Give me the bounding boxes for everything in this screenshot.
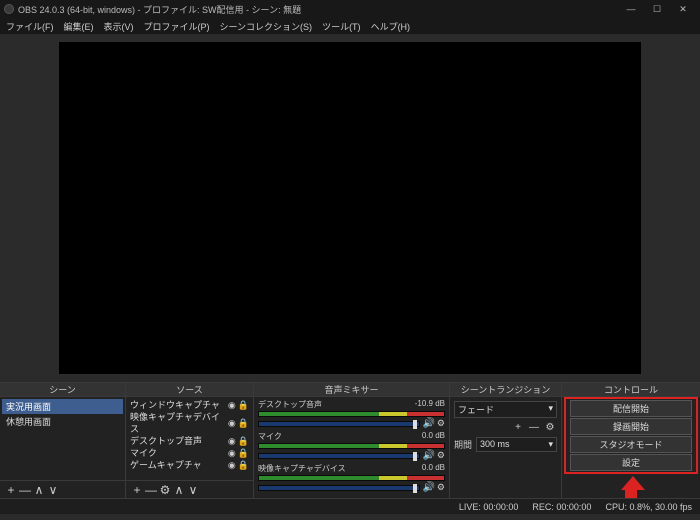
mixer-channel: 映像キャプチャデバイス 0.0 dB 🔊⚙ bbox=[256, 463, 447, 493]
source-item[interactable]: 映像キャプチャデバイス◉🔒 bbox=[128, 411, 251, 435]
volume-slider[interactable] bbox=[258, 421, 420, 427]
maximize-button[interactable]: ☐ bbox=[644, 4, 670, 15]
scene-up-button[interactable]: ∧ bbox=[32, 483, 46, 497]
mixer-channel-db: 0.0 dB bbox=[422, 431, 445, 442]
mixer-panel: 音声ミキサー デスクトップ音声-10.9 dB 🔊⚙ マイク0.0 dB 🔊⚙ … bbox=[254, 383, 450, 498]
gear-icon[interactable]: ⚙ bbox=[437, 418, 445, 429]
close-button[interactable]: ✕ bbox=[670, 4, 696, 15]
studio-mode-button[interactable]: スタジオモード bbox=[570, 436, 692, 453]
transition-add-button[interactable]: + bbox=[511, 422, 525, 433]
level-meter bbox=[258, 443, 445, 449]
menu-help[interactable]: ヘルプ(H) bbox=[371, 20, 411, 33]
scenes-header: シーン bbox=[0, 383, 125, 397]
volume-slider[interactable] bbox=[258, 485, 420, 491]
scene-item[interactable]: 休憩用画面 bbox=[2, 414, 123, 429]
status-live: LIVE: 00:00:00 bbox=[459, 502, 519, 512]
controls-panel: コントロール 配信開始 録画開始 スタジオモード 設定 bbox=[562, 383, 700, 498]
visibility-icon[interactable]: ◉ bbox=[228, 459, 236, 471]
sources-panel: ソース ウィンドウキャプチャ◉🔒 映像キャプチャデバイス◉🔒 デスクトップ音声◉… bbox=[126, 383, 254, 498]
menu-profile[interactable]: プロファイル(P) bbox=[144, 20, 210, 33]
mixer-channel-name: 映像キャプチャデバイス bbox=[258, 463, 346, 474]
titlebar: OBS 24.0.3 (64-bit, windows) - プロファイル: S… bbox=[0, 0, 700, 18]
start-streaming-button[interactable]: 配信開始 bbox=[570, 400, 692, 417]
volume-slider[interactable] bbox=[258, 453, 420, 459]
visibility-icon[interactable]: ◉ bbox=[228, 417, 236, 429]
source-add-button[interactable]: + bbox=[130, 483, 144, 497]
status-rec: REC: 00:00:00 bbox=[532, 502, 591, 512]
speaker-icon[interactable]: 🔊 bbox=[422, 418, 434, 429]
mixer-channel: マイク 0.0 dB 🔊⚙ bbox=[256, 431, 447, 461]
window-title: OBS 24.0.3 (64-bit, windows) - プロファイル: S… bbox=[18, 3, 301, 16]
scenes-panel: シーン 実況用画面 休憩用画面 + — ∧ ∨ bbox=[0, 383, 126, 498]
source-down-button[interactable]: ∨ bbox=[186, 483, 200, 497]
speaker-icon[interactable]: 🔊 bbox=[422, 482, 434, 493]
duration-input[interactable]: 300 ms▾ bbox=[476, 437, 557, 452]
app-icon bbox=[4, 4, 14, 14]
visibility-icon[interactable]: ◉ bbox=[228, 447, 236, 459]
scene-add-button[interactable]: + bbox=[4, 483, 18, 497]
preview-canvas[interactable] bbox=[60, 43, 640, 373]
lock-icon[interactable]: 🔒 bbox=[238, 435, 249, 447]
menu-view[interactable]: 表示(V) bbox=[104, 20, 134, 33]
source-remove-button[interactable]: — bbox=[144, 483, 158, 497]
mixer-header: 音声ミキサー bbox=[254, 383, 449, 397]
level-meter bbox=[258, 411, 445, 417]
menu-edit[interactable]: 編集(E) bbox=[64, 20, 94, 33]
preview-area bbox=[0, 34, 700, 382]
scene-remove-button[interactable]: — bbox=[18, 483, 32, 497]
source-item[interactable]: ゲームキャプチャ◉🔒 bbox=[128, 459, 251, 471]
visibility-icon[interactable]: ◉ bbox=[228, 399, 236, 411]
source-item[interactable]: ウィンドウキャプチャ◉🔒 bbox=[128, 399, 251, 411]
highlight-annotation: 配信開始 録画開始 スタジオモード 設定 bbox=[564, 397, 698, 474]
scene-down-button[interactable]: ∨ bbox=[46, 483, 60, 497]
transition-remove-button[interactable]: — bbox=[527, 422, 541, 433]
menubar: ファイル(F) 編集(E) 表示(V) プロファイル(P) シーンコレクション(… bbox=[0, 18, 700, 34]
sources-header: ソース bbox=[126, 383, 253, 397]
arrow-annotation bbox=[621, 476, 641, 498]
transition-select[interactable]: フェード▾ bbox=[454, 401, 557, 418]
lock-icon[interactable]: 🔒 bbox=[238, 417, 249, 429]
speaker-icon[interactable]: 🔊 bbox=[422, 450, 434, 461]
source-settings-button[interactable]: ⚙ bbox=[158, 483, 172, 497]
visibility-icon[interactable]: ◉ bbox=[228, 435, 236, 447]
duration-label: 期間 bbox=[454, 438, 472, 451]
mixer-channel-name: デスクトップ音声 bbox=[258, 399, 322, 410]
source-item[interactable]: デスクトップ音声◉🔒 bbox=[128, 435, 251, 447]
chevron-down-icon: ▾ bbox=[548, 403, 553, 416]
mixer-channel-name: マイク bbox=[258, 431, 282, 442]
gear-icon[interactable]: ⚙ bbox=[437, 450, 445, 461]
settings-button[interactable]: 設定 bbox=[570, 454, 692, 471]
scene-item[interactable]: 実況用画面 bbox=[2, 399, 123, 414]
menu-tools[interactable]: ツール(T) bbox=[322, 20, 361, 33]
source-item[interactable]: マイク◉🔒 bbox=[128, 447, 251, 459]
transitions-panel: シーントランジション フェード▾ + — ⚙ 期間 300 ms▾ bbox=[450, 383, 562, 498]
transition-settings-button[interactable]: ⚙ bbox=[543, 422, 557, 433]
menu-scene-collection[interactable]: シーンコレクション(S) bbox=[220, 20, 313, 33]
minimize-button[interactable]: — bbox=[618, 4, 644, 14]
gear-icon[interactable]: ⚙ bbox=[437, 482, 445, 493]
lock-icon[interactable]: 🔒 bbox=[238, 399, 249, 411]
mixer-channel-db: 0.0 dB bbox=[422, 463, 445, 474]
mixer-channel-db: -10.9 dB bbox=[415, 399, 445, 410]
status-cpu: CPU: 0.8%, 30.00 fps bbox=[605, 502, 692, 512]
lock-icon[interactable]: 🔒 bbox=[238, 459, 249, 471]
statusbar: LIVE: 00:00:00 REC: 00:00:00 CPU: 0.8%, … bbox=[0, 498, 700, 514]
menu-file[interactable]: ファイル(F) bbox=[6, 20, 54, 33]
chevron-down-icon: ▾ bbox=[548, 439, 553, 450]
transitions-header: シーントランジション bbox=[450, 383, 561, 397]
start-recording-button[interactable]: 録画開始 bbox=[570, 418, 692, 435]
mixer-channel: デスクトップ音声 -10.9 dB 🔊⚙ bbox=[256, 399, 447, 429]
level-meter bbox=[258, 475, 445, 481]
lock-icon[interactable]: 🔒 bbox=[238, 447, 249, 459]
controls-header: コントロール bbox=[562, 383, 700, 397]
source-up-button[interactable]: ∧ bbox=[172, 483, 186, 497]
